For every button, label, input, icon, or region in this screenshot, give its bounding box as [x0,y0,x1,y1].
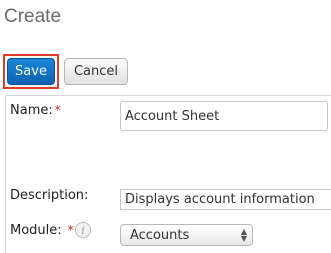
name-label: Name: * [10,103,61,118]
cancel-button[interactable]: Cancel [64,58,128,85]
name-field[interactable]: Account Sheet [120,101,328,131]
name-label-text: Name: [10,103,53,118]
description-field[interactable]: Displays account information [120,189,331,210]
page-title: Create [4,6,62,27]
info-icon[interactable]: i [75,222,91,238]
name-required-mark: * [54,103,61,117]
module-selected-value: Accounts [130,227,190,243]
select-arrows-icon: ▲ ▼ [240,227,247,243]
description-label: Description: [10,188,89,203]
module-label-text: Module: [10,223,62,238]
module-required-mark: * [67,223,74,237]
create-page: Create Save Cancel Name: * Account Sheet … [0,0,331,253]
save-button[interactable]: Save [7,58,55,85]
module-label: Module: * [10,223,74,238]
module-select[interactable]: Accounts ▲ ▼ [120,224,253,246]
